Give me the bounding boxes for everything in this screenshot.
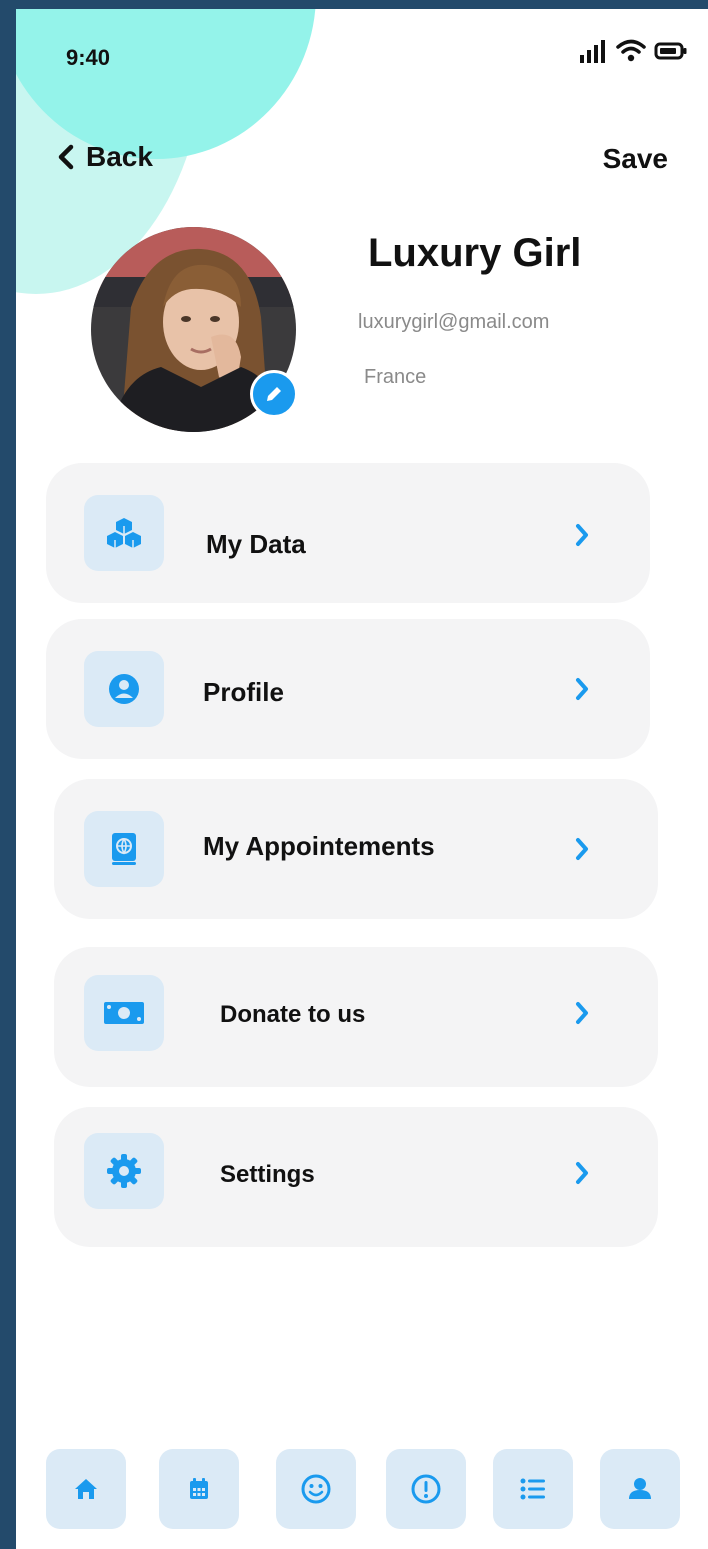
nav-smiley-button[interactable] xyxy=(276,1449,356,1529)
menu-icon-box xyxy=(84,1133,164,1209)
menu-item-profile[interactable]: Profile xyxy=(46,619,650,759)
user-icon xyxy=(629,1478,651,1499)
battery-icon xyxy=(654,42,687,60)
menu-label: Settings xyxy=(220,1161,315,1188)
nav-alert-button[interactable] xyxy=(386,1449,466,1529)
list-icon xyxy=(520,1478,545,1500)
gear-icon xyxy=(107,1154,141,1188)
nav-home-button[interactable] xyxy=(46,1449,126,1529)
menu-icon-box xyxy=(84,811,164,887)
money-bill-icon xyxy=(104,1002,144,1024)
back-button[interactable]: Back xyxy=(56,141,153,173)
alert-icon xyxy=(411,1474,441,1504)
menu-label: My Appointements xyxy=(203,831,435,861)
calendar-icon xyxy=(190,1478,208,1499)
chevron-right-icon xyxy=(576,678,588,700)
menu-icon-box xyxy=(84,975,164,1051)
nav-calendar-button[interactable] xyxy=(159,1449,239,1529)
profile-country: France xyxy=(364,366,427,388)
status-time: 9:40 xyxy=(66,45,111,70)
pencil-icon xyxy=(267,387,281,401)
menu-label: My Data xyxy=(206,529,306,559)
signal-icon xyxy=(580,40,605,63)
profile-email: luxurygirl@gmail.com xyxy=(358,311,550,333)
menu-label: Donate to us xyxy=(220,1001,366,1028)
nav-profile-button[interactable] xyxy=(600,1449,680,1529)
user-circle-icon xyxy=(109,674,139,704)
home-icon xyxy=(75,1479,97,1499)
chevron-left-icon xyxy=(58,144,74,170)
avatar-wrapper xyxy=(91,227,298,432)
chevron-right-icon xyxy=(576,524,588,546)
profile-name: Luxury Girl xyxy=(368,231,582,275)
nav-list-button[interactable] xyxy=(493,1449,573,1529)
menu-item-my-data[interactable]: My Data xyxy=(46,463,650,603)
status-icons xyxy=(578,39,688,63)
menu-item-donate[interactable]: Donate to us xyxy=(54,947,658,1087)
menu-item-my-appointements[interactable]: My Appointements xyxy=(54,779,658,919)
globe-book-icon xyxy=(112,833,136,865)
menu-icon-box xyxy=(84,495,164,571)
smiley-icon xyxy=(301,1474,331,1504)
chevron-right-icon xyxy=(576,1162,588,1184)
cubes-icon xyxy=(107,518,141,548)
chevron-right-icon xyxy=(576,1002,588,1024)
wifi-icon xyxy=(616,39,646,62)
phone-screen: 9:40 Back Save Luxury Girl luxurygirl@gm… xyxy=(16,9,708,1549)
save-button[interactable]: Save xyxy=(603,143,668,175)
menu-item-settings[interactable]: Settings xyxy=(54,1107,658,1247)
chevron-right-icon xyxy=(576,838,588,860)
menu-icon-box xyxy=(84,651,164,727)
edit-avatar-button[interactable] xyxy=(250,370,298,418)
back-label: Back xyxy=(86,141,153,172)
menu-label: Profile xyxy=(203,677,284,707)
